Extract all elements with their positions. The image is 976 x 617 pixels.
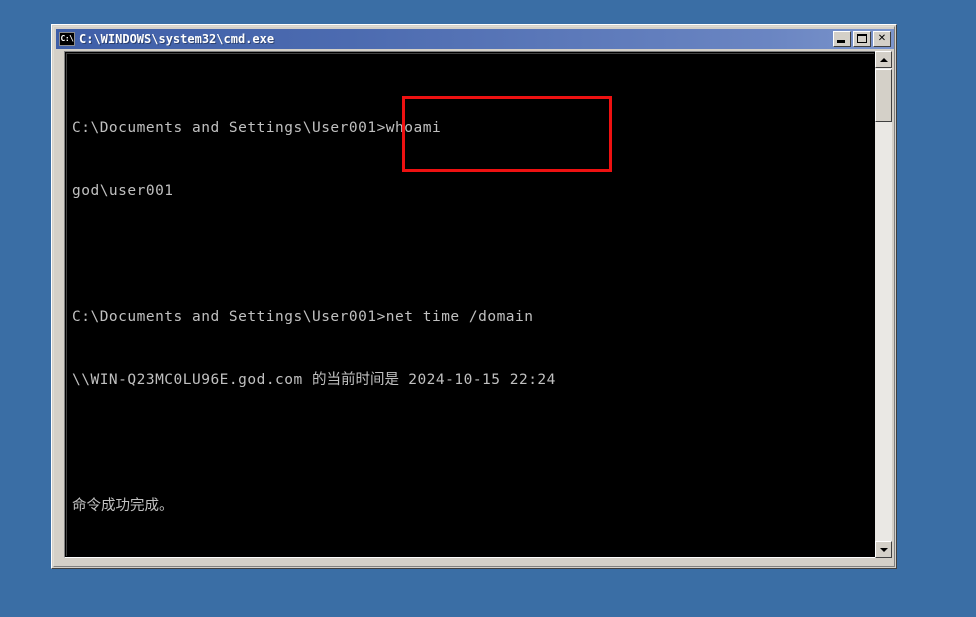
maximize-button[interactable]	[853, 31, 871, 47]
net-time-label: 的当前时间是	[311, 372, 399, 388]
chevron-down-icon	[879, 547, 888, 552]
scroll-up-button[interactable]	[875, 51, 892, 68]
terminal-line-net-time-result: \\WIN-Q23MC0LU96E.god.com 的当前时间是 2024-10…	[72, 370, 867, 391]
window-client-area: C:\Documents and Settings\User001>whoami…	[56, 50, 894, 566]
window-title: C:\WINDOWS\system32\cmd.exe	[79, 32, 275, 46]
minimize-button[interactable]	[833, 31, 851, 47]
close-icon: ✕	[877, 33, 887, 44]
cmd-console-icon-label: C:\	[60, 34, 74, 43]
terminal-frame: C:\Documents and Settings\User001>whoami…	[64, 51, 876, 558]
vertical-scrollbar[interactable]	[875, 51, 892, 558]
minimize-icon	[837, 40, 845, 43]
cmd-console-icon: C:\	[59, 32, 75, 46]
maximize-icon	[857, 34, 867, 43]
command-prompt-window[interactable]: C:\ C:\WINDOWS\system32\cmd.exe ✕ C:\Doc…	[51, 24, 897, 569]
scrollbar-thumb[interactable]	[875, 69, 892, 122]
terminal-line: god\user001	[72, 183, 174, 199]
terminal-line: C:\Documents and Settings\User001>whoami	[72, 120, 442, 136]
net-time-host: \\WIN-Q23MC0LU96E.god.com	[72, 372, 303, 388]
window-inner-bevel: C:\ C:\WINDOWS\system32\cmd.exe ✕ C:\Doc…	[53, 26, 895, 567]
net-time-spacer	[303, 372, 312, 388]
terminal-output: C:\Documents and Settings\User001>whoami…	[72, 76, 867, 556]
success-message: 命令成功完成。	[72, 498, 174, 514]
scroll-down-button[interactable]	[875, 541, 892, 558]
terminal-screen[interactable]: C:\Documents and Settings\User001>whoami…	[66, 53, 874, 556]
close-button[interactable]: ✕	[873, 31, 891, 47]
net-time-value: 2024-10-15 22:24	[408, 372, 556, 388]
terminal-line: C:\Documents and Settings\User001>net ti…	[72, 309, 534, 325]
net-time-spacer2	[399, 372, 408, 388]
chevron-up-icon	[879, 57, 888, 62]
terminal-line-success: 命令成功完成。	[72, 496, 867, 517]
title-bar-buttons: ✕	[833, 31, 891, 47]
title-bar[interactable]: C:\ C:\WINDOWS\system32\cmd.exe ✕	[56, 29, 894, 49]
desktop-background: C:\ C:\WINDOWS\system32\cmd.exe ✕ C:\Doc…	[0, 0, 976, 617]
